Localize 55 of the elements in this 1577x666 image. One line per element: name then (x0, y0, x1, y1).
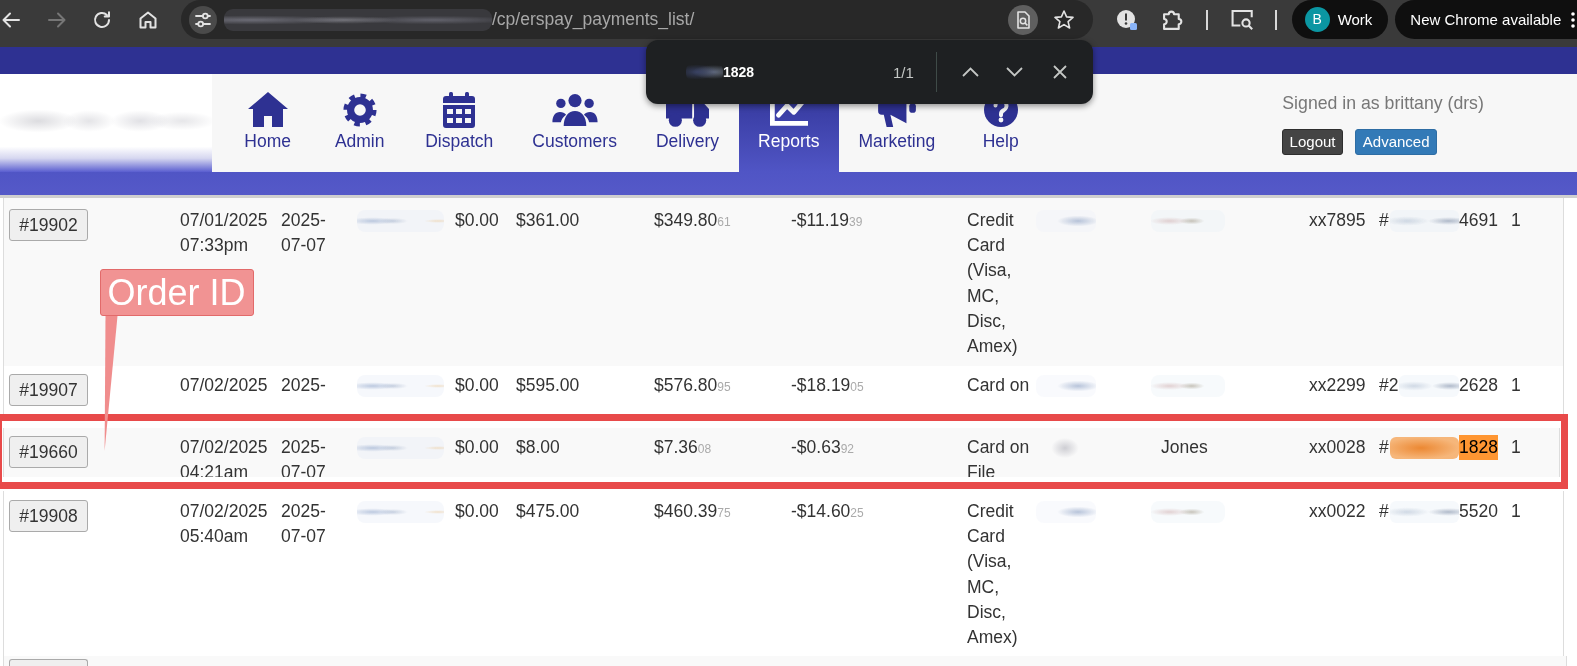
small-digits: 92 (840, 442, 854, 456)
table-cell-text: Credit Card (Visa, MC, Disc, Amex) (966, 209, 1019, 358)
table-cell-text: 07/01/2025 07:33pm (179, 209, 269, 258)
reference-suffix: 4691 (1459, 209, 1498, 232)
amount-text: -$18.19 (791, 375, 851, 395)
amount-text: -$11.19 (791, 210, 850, 230)
callout-label: Order ID (99, 269, 254, 316)
table-cell-text: xx2299 (1308, 374, 1366, 397)
table-cell-text: xx0022 (1308, 500, 1366, 523)
signed-in-text: Signed in as brittany (drs) (1282, 93, 1484, 114)
amount-text: $349.80 (654, 210, 718, 230)
table-cell-text: 1 (1510, 374, 1521, 397)
reference-prefix: #2 (1379, 374, 1399, 397)
small-digits: 05 (850, 380, 864, 394)
table-cell-text: 1 (1510, 436, 1521, 459)
name-text: Jones (1161, 437, 1208, 457)
table-cell-text: 07/02/2025 (179, 374, 268, 397)
amount-text: $576.80 (654, 375, 718, 395)
table-cell-text: 1 (1510, 500, 1521, 523)
amount-text: -$0.63 (791, 437, 841, 457)
table-cell-text: $0.00 (454, 500, 499, 523)
table-cell-text: $0.00 (454, 374, 499, 397)
table-cell-text: $475.00 (515, 500, 580, 523)
reference-prefix: # (1379, 436, 1389, 459)
table-cell-text: xx7895 (1308, 209, 1366, 232)
amount-text: -$14.60 (791, 501, 851, 521)
match-count: 1/1 (892, 63, 914, 81)
table-cell-text: $8.00 (515, 436, 560, 459)
table-cell-text: $0.00 (454, 436, 499, 459)
amount-text: $460.39 (654, 501, 718, 521)
reference-prefix: # (1379, 500, 1389, 523)
table-cell-text: Card on (966, 374, 1030, 397)
reference-prefix: # (1379, 209, 1389, 232)
table-cell-text: 2025- (280, 374, 326, 397)
reference-suffix: 5520 (1459, 500, 1498, 523)
reference-suffix: 1828 (1459, 435, 1498, 461)
table-cell-text: 07/02/2025 05:40am (179, 500, 269, 549)
table-cell-text: $361.00 (515, 209, 580, 232)
table-cell-text: xx0028 (1308, 436, 1366, 459)
small-digits: 39 (849, 215, 863, 229)
reference-suffix: 2628 (1459, 374, 1498, 397)
table-cell-text: $595.00 (515, 374, 580, 397)
url-text: /cp/erspay_payments_list/ (492, 9, 695, 30)
amount-text: $7.36 (654, 437, 698, 457)
small-digits: 25 (850, 506, 864, 520)
table-cell-text: 2025-07-07 (280, 500, 327, 549)
small-digits: 75 (717, 506, 731, 520)
small-digits: 08 (697, 442, 712, 456)
small-digits: 95 (717, 380, 731, 394)
table-cell-text: Credit Card (Visa, MC, Disc, Amex) (966, 500, 1019, 650)
table-cell-text: $0.00 (454, 209, 499, 232)
small-digits: 61 (717, 215, 731, 229)
profile-avatar: B (1304, 6, 1330, 33)
table-cell-text: 2025-07-07 (280, 209, 327, 258)
table-cell-text: 1 (1510, 209, 1521, 232)
